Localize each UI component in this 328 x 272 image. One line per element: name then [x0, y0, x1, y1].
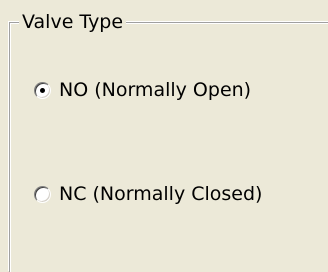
radio-option-normally-open[interactable]: NO (Normally Open): [34, 78, 251, 102]
radio-label-normally-open[interactable]: NO (Normally Open): [59, 78, 251, 102]
radio-dot-icon: [40, 87, 45, 93]
valve-type-group-title: Valve Type: [19, 10, 127, 34]
radio-button-selected[interactable]: [34, 81, 51, 99]
valve-type-groupbox: [9, 22, 328, 272]
radio-label-normally-closed[interactable]: NC (Normally Closed): [59, 182, 262, 206]
radio-button-unselected[interactable]: [34, 185, 51, 203]
radio-option-normally-closed[interactable]: NC (Normally Closed): [34, 182, 262, 206]
